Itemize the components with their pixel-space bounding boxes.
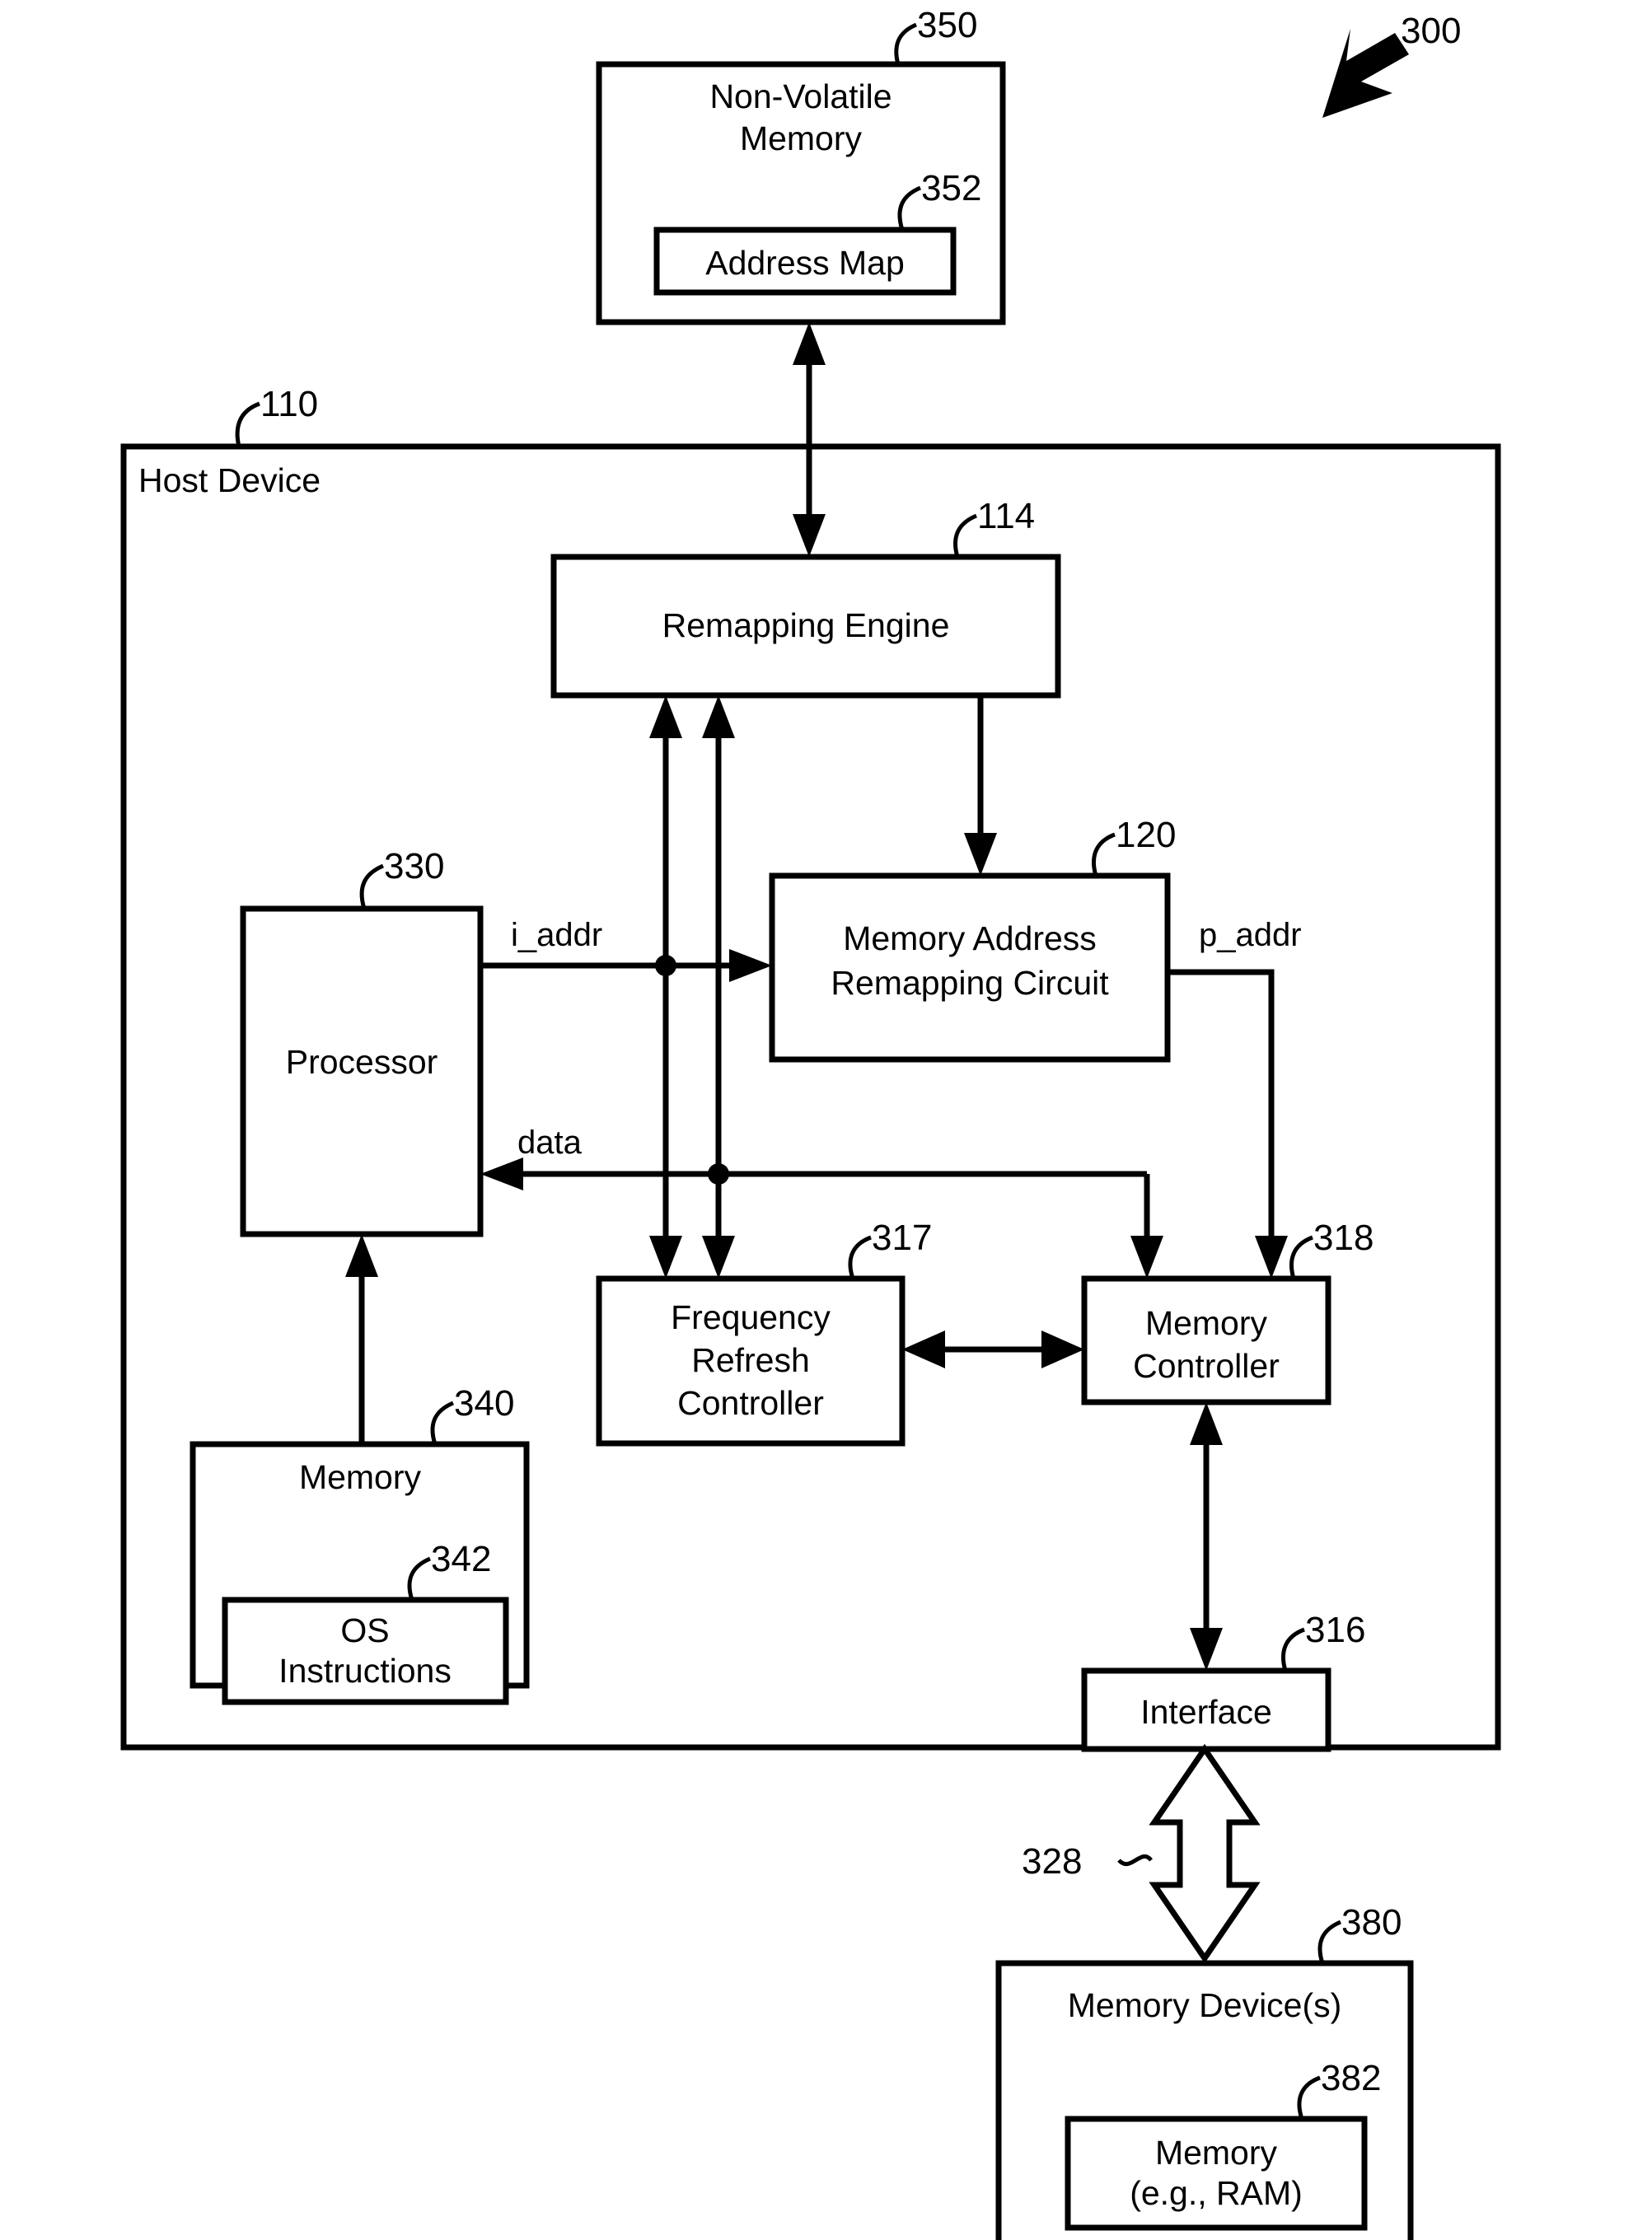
ref-318-label: 318 <box>1313 1218 1374 1258</box>
ref-382-label: 382 <box>1321 2058 1381 2098</box>
p-addr-label: p_addr <box>1199 917 1302 953</box>
memory-label: Memory <box>299 1458 422 1496</box>
nvm-to-remapping-engine-connector <box>793 322 826 557</box>
patent-figure-diagram: 300 Non-Volatile Memory 350 Address Map … <box>120 5 1501 2240</box>
processor-label: Processor <box>286 1043 438 1081</box>
lightning-bolt-arrow-icon <box>1322 29 1409 118</box>
ref-380-label: 380 <box>1341 1902 1402 1943</box>
arrow-up-to-nvm <box>793 322 826 365</box>
mar-circuit-label-line1: Memory Address <box>843 919 1097 957</box>
i-addr-label: i_addr <box>511 917 602 953</box>
ref-340-label: 340 <box>454 1383 514 1424</box>
bus-328-connector: 328 <box>1022 1743 1261 1964</box>
address-map-label: Address Map <box>705 244 905 282</box>
mar-circuit-label-line2: Remapping Circuit <box>831 964 1109 1002</box>
ref-342-label: 342 <box>431 1539 491 1579</box>
frc-label-line1: Frequency <box>671 1298 831 1336</box>
ref-317-label: 317 <box>872 1218 932 1258</box>
ref-350-leader-line <box>894 22 918 65</box>
host-device-label: Host Device <box>138 461 321 499</box>
memory-ram-label-line1: Memory <box>1155 2134 1278 2172</box>
ref-330-label: 330 <box>384 846 444 886</box>
bus-328-double-arrow-icon <box>1149 1743 1261 1964</box>
ref-300-label: 300 <box>1401 11 1461 51</box>
frc-label-line2: Refresh <box>691 1341 810 1379</box>
data-label: data <box>517 1125 583 1161</box>
interface-label: Interface <box>1140 1693 1272 1731</box>
ref-114-label: 114 <box>977 496 1035 536</box>
memory-devices-label: Memory Device(s) <box>1068 1986 1342 2024</box>
nonvolatile-memory-label-line1: Non-Volatile <box>709 77 892 115</box>
ref-350-label: 350 <box>917 5 977 45</box>
ref-316-label: 316 <box>1305 1610 1365 1650</box>
memory-controller-label-line1: Memory <box>1145 1304 1268 1342</box>
ref-110-leader-line <box>235 401 260 447</box>
nonvolatile-memory-label-line2: Memory <box>740 119 863 157</box>
frc-label-line3: Controller <box>677 1384 824 1422</box>
ref-120-label: 120 <box>1116 815 1176 855</box>
ref-352-label: 352 <box>921 168 981 208</box>
main-reference-arrow-300: 300 <box>1322 11 1461 118</box>
ref-110-label: 110 <box>260 384 318 424</box>
ref-328-leader-line <box>1117 1854 1153 1867</box>
os-instructions-label-line1: OS <box>340 1611 389 1649</box>
memory-controller-label-line2: Controller <box>1133 1347 1280 1385</box>
ref-380-leader-line <box>1317 1920 1342 1964</box>
ref-328-label: 328 <box>1022 1841 1082 1882</box>
memory-ram-label-line2: (e.g., RAM) <box>1130 2174 1303 2212</box>
os-instructions-label-line2: Instructions <box>278 1652 452 1690</box>
remapping-engine-label: Remapping Engine <box>662 606 950 644</box>
